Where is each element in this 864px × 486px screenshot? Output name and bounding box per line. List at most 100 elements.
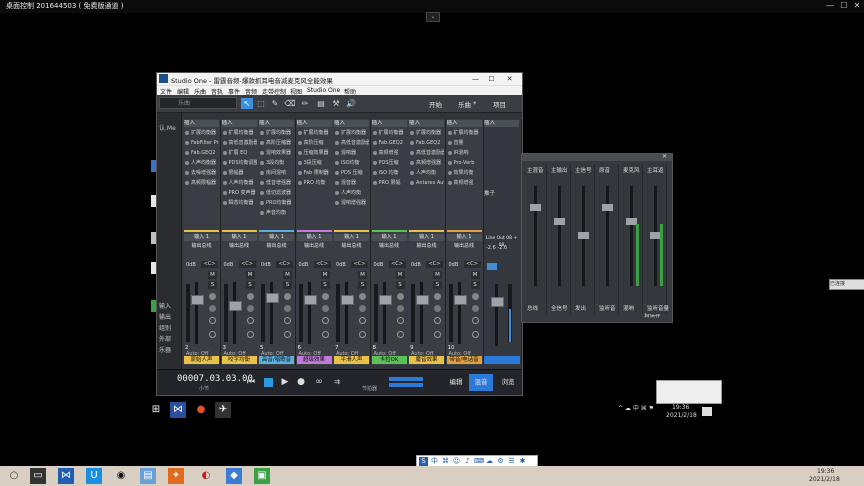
record-arm-icon[interactable] [434, 293, 441, 300]
mute-button[interactable]: M [470, 271, 480, 279]
insert-header[interactable]: 插入 [184, 120, 219, 127]
solo-button[interactable]: S [358, 281, 367, 289]
record-arm-icon[interactable] [284, 293, 291, 300]
solo-button[interactable]: S [283, 281, 292, 289]
insert-plugin-slot[interactable]: 高低音激励器 [409, 149, 444, 157]
insert-plugin-slot[interactable]: PDS 压缩 [334, 169, 369, 177]
send-knob-icon[interactable] [321, 317, 329, 324]
channel-pan[interactable]: <C> [388, 261, 406, 268]
monitor-icon[interactable] [246, 305, 254, 312]
insert-plugin-slot[interactable]: 人声均衡 [334, 189, 369, 197]
insert-plugin-slot[interactable]: 扩展 EQ [222, 149, 257, 157]
channel-input[interactable]: 输入 1 [334, 234, 369, 241]
mute-button[interactable]: M [208, 271, 217, 279]
insert-plugin-slot[interactable]: 扩展均衡器 [259, 129, 294, 137]
send-knob-icon[interactable] [471, 317, 479, 324]
insert-plugin-slot[interactable]: 音量 [447, 139, 482, 147]
record-arm-icon[interactable] [321, 293, 329, 300]
pan-knob-icon[interactable] [209, 331, 216, 338]
insert-plugin-slot[interactable]: 扩展均衡器 [334, 129, 369, 137]
host-blue-app-icon[interactable]: U [86, 468, 102, 484]
fader-handle[interactable] [341, 295, 354, 305]
rail-item-groups[interactable]: 组别 [159, 323, 171, 332]
channel-input[interactable]: 输入 1 [184, 234, 219, 241]
insert-plugin-slot[interactable]: 扩展均衡器 [184, 129, 219, 137]
insert-plugin-slot[interactable]: 高低音激励器 [334, 139, 369, 147]
insert-plugin-slot[interactable]: 扩展均衡器 [409, 129, 444, 137]
channel-name[interactable]: 咬字均衡 [221, 356, 257, 364]
fader-handle[interactable] [266, 293, 279, 303]
ime-logo-icon[interactable]: S [419, 457, 428, 466]
insert-plugin-slot[interactable]: Fab.GEQ2 [184, 149, 219, 157]
host-task-view-icon[interactable]: ▭ [30, 468, 46, 484]
song-dropdown-icon[interactable]: ▾ [473, 99, 476, 107]
record-arm-icon[interactable] [246, 293, 254, 300]
insert-plugin-slot[interactable]: Fab.GEQ2 [409, 139, 444, 147]
solo-button[interactable]: S [320, 281, 330, 289]
send-knob-icon[interactable] [209, 317, 216, 324]
insert-header[interactable]: 插入 [259, 120, 294, 127]
host-qq-icon[interactable]: ◉ [113, 468, 129, 484]
mute-button[interactable]: M [395, 271, 405, 279]
channel-output[interactable]: 输出总线 [409, 243, 444, 250]
tempo-slider[interactable] [389, 377, 423, 381]
fader-handle[interactable] [303, 295, 317, 305]
insert-header[interactable]: 插入 [371, 120, 407, 127]
taskbar-thumbnail-preview[interactable] [656, 380, 722, 404]
insert-plugin-slot[interactable]: 混响增强器 [334, 199, 369, 207]
insert-header[interactable]: 插入 [446, 120, 482, 127]
fader-handle[interactable] [378, 295, 392, 305]
ime-punctuation-icon[interactable]: ⌘ [441, 457, 450, 466]
channel-name[interactable]: 超级效果 [296, 356, 332, 364]
mute-button[interactable]: M [320, 271, 330, 279]
insert-plugin-slot[interactable]: 瞬态均衡器 [222, 199, 257, 207]
channel-name[interactable]: 原始人声 [184, 356, 219, 364]
mute-button[interactable]: M [245, 271, 255, 279]
insert-plugin-slot[interactable]: 压缩效果器 [297, 149, 332, 157]
remote-minimize-button[interactable]: — [824, 1, 836, 11]
fader-handle[interactable] [191, 295, 204, 305]
send-knob-icon[interactable] [359, 317, 366, 324]
channel-output[interactable]: 输出总线 [447, 243, 482, 250]
remote-toolbar-toggle-icon[interactable]: ⌄ [426, 12, 440, 22]
channel-input[interactable]: 输入 1 [371, 234, 407, 241]
insert-plugin-slot[interactable]: PRO均衡器 [259, 199, 294, 207]
insert-plugin-slot[interactable]: FabFilter Pro-Q3 [184, 139, 219, 147]
channel-name[interactable]: 带音/电话音 [446, 356, 482, 364]
rail-item-external[interactable]: 外部 [159, 334, 171, 343]
remote-notification-icon[interactable] [702, 407, 712, 416]
secondary-fader-handle[interactable] [554, 218, 565, 225]
pan-knob-icon[interactable] [284, 331, 291, 338]
listen-tool-icon[interactable]: 🔊 [345, 98, 357, 109]
mix-tab[interactable]: 混音 [469, 374, 493, 391]
monitor-icon[interactable] [209, 305, 216, 312]
rail-item-output[interactable]: 输出 [159, 312, 171, 321]
master-speaker-icon[interactable] [487, 263, 497, 270]
channel-output[interactable]: 输出总线 [184, 243, 219, 250]
channel-pan[interactable]: <C> [238, 261, 256, 268]
insert-plugin-slot[interactable]: ISO 均衡 [372, 169, 407, 177]
insert-plugin-slot[interactable]: 3段压缩 [297, 159, 332, 167]
channel-pan[interactable]: <C> [313, 261, 331, 268]
auto-punch-icon[interactable]: ⇉ [331, 376, 343, 388]
insert-plugin-slot[interactable]: 低切滤波器 [259, 189, 294, 197]
bend-tool-icon[interactable]: ⚒ [330, 98, 342, 109]
insert-plugin-slot[interactable]: 3段均衡 [259, 159, 294, 167]
master-output[interactable]: Line Out 08 + 08 [484, 235, 519, 248]
mute-tool-icon[interactable]: ▤ [315, 98, 327, 109]
start-tab[interactable]: 开始 [429, 99, 442, 109]
insert-plugin-slot[interactable]: 效果均衡 [447, 169, 482, 177]
rail-item-instruments[interactable]: 乐器 [159, 345, 171, 354]
loop-icon[interactable] [264, 378, 273, 387]
channel-output[interactable]: 输出总线 [222, 243, 257, 250]
menu-studio-one[interactable]: Studio One [307, 87, 340, 94]
host-search-icon[interactable]: ○ [6, 468, 22, 484]
record-arm-icon[interactable] [396, 293, 404, 300]
close-button[interactable]: ✕ [504, 74, 515, 84]
insert-plugin-slot[interactable]: Antares Auto-Tune [409, 179, 444, 187]
insert-plugin-slot[interactable]: 低音增强器 [259, 179, 294, 187]
channel-pan[interactable]: <C> [426, 261, 443, 268]
monitor-icon[interactable] [359, 305, 366, 312]
split-tool-icon[interactable]: ✎ [269, 98, 281, 109]
remote-close-button[interactable]: ✕ [851, 1, 863, 11]
